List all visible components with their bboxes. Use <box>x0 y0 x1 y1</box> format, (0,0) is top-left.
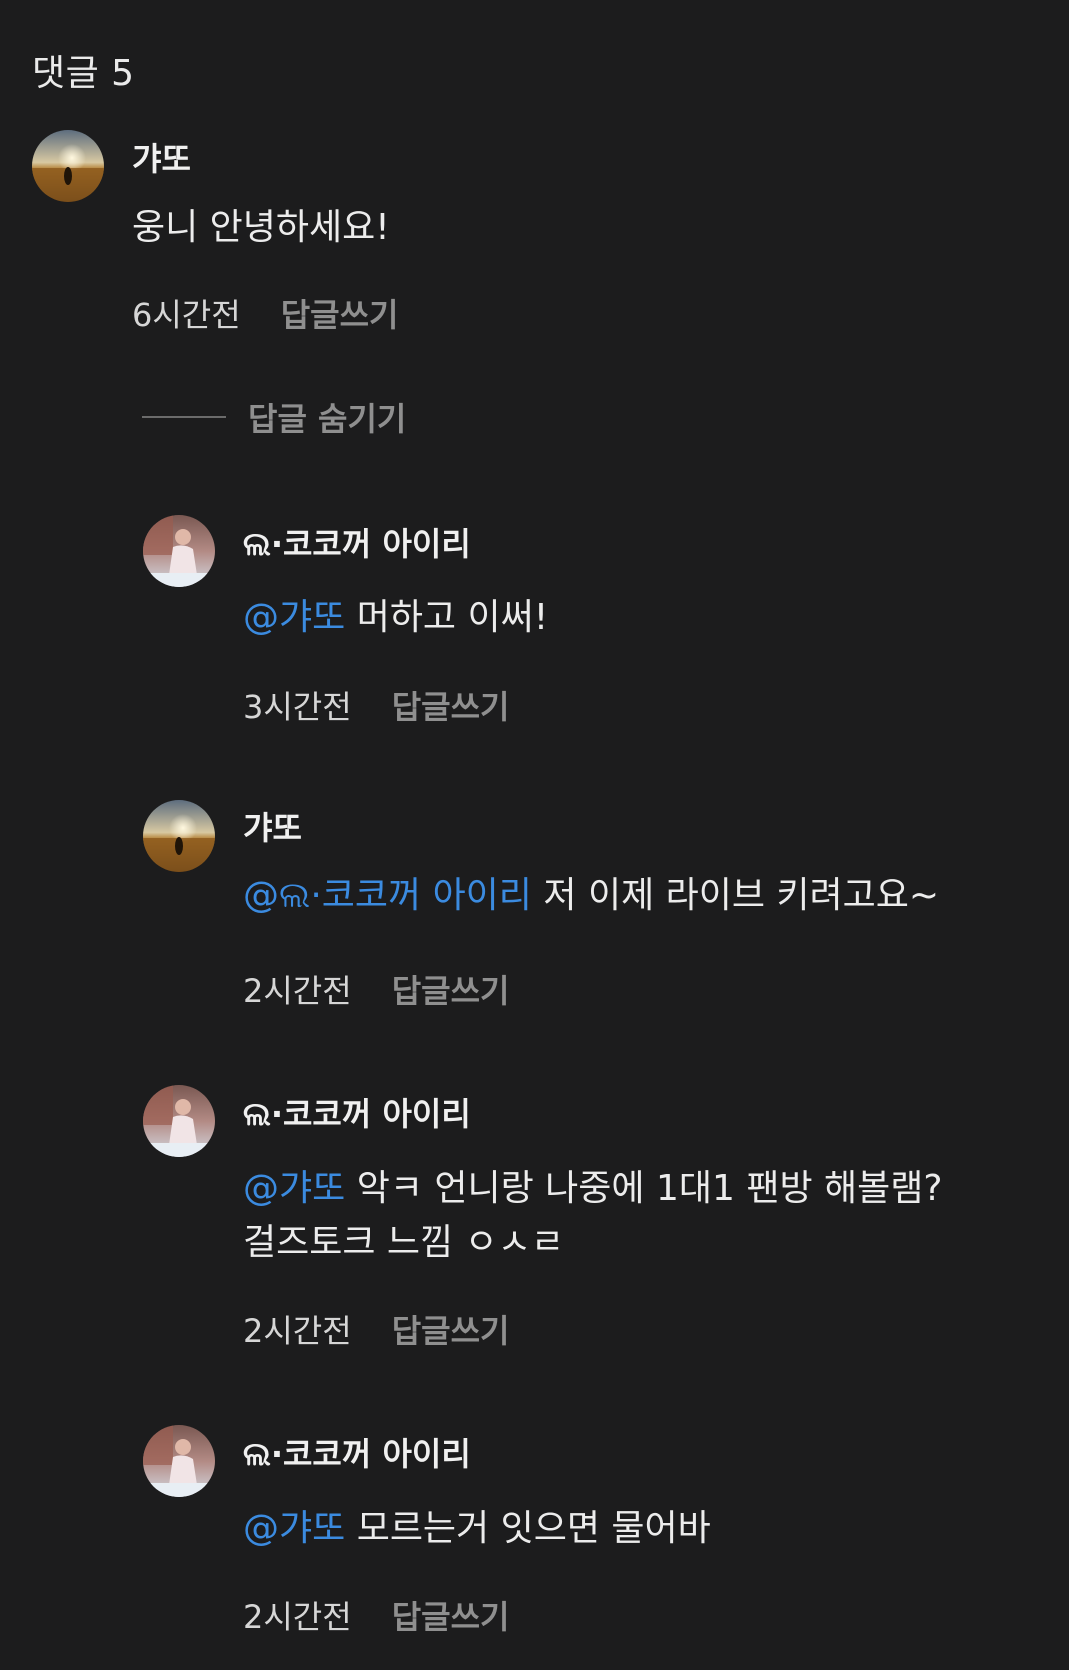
comment-time: 6시간전 <box>132 296 241 334</box>
hide-replies-label: 답글 숨기기 <box>248 400 407 438</box>
reply-button[interactable]: 답글쓰기 <box>392 1312 510 1350</box>
comment-text: @갸또 악ㅋ 언니랑 나중에 1대1 팬방 해볼램? <box>243 1162 943 1216</box>
avatar[interactable] <box>143 1085 215 1157</box>
comment-meta: 2시간전 답글쓰기 <box>243 966 509 1012</box>
comment-body: 모르는거 잇으면 물어바 <box>345 1508 711 1549</box>
comments-count-title: 댓글 5 <box>32 53 135 94</box>
comment-author[interactable]: ଲ·코코꺼 아이리 <box>243 1089 471 1135</box>
hide-replies-toggle[interactable]: 답글 숨기기 <box>142 394 406 440</box>
divider-line <box>142 416 226 418</box>
field-sunset-avatar-image <box>143 800 215 872</box>
comment-author[interactable]: 갸또 <box>243 803 302 849</box>
reply-button[interactable]: 답글쓰기 <box>392 1598 510 1636</box>
comment-time: 2시간전 <box>243 1312 352 1350</box>
reply-button[interactable]: 답글쓰기 <box>392 972 510 1010</box>
avatar[interactable] <box>143 800 215 872</box>
comment-text: @ଲ·코코꺼 아이리 저 이제 라이브 키려고요~ <box>243 869 939 923</box>
comment-meta: 6시간전 답글쓰기 <box>132 290 398 336</box>
woman-avatar-image <box>143 515 215 587</box>
comment-body: 저 이제 라이브 키려고요~ <box>531 875 940 916</box>
comment-author[interactable]: ଲ·코코꺼 아이리 <box>243 1429 471 1475</box>
comment-meta: 2시간전 답글쓰기 <box>243 1592 509 1638</box>
reply-button[interactable]: 답글쓰기 <box>392 688 510 726</box>
comment-time: 2시간전 <box>243 1598 352 1636</box>
comment-text-line2: 걸즈토크 느낌 ㅇㅅㄹ <box>243 1222 564 1263</box>
mention-link[interactable]: @갸또 <box>243 597 345 638</box>
mention-link[interactable]: @갸또 <box>243 1168 345 1209</box>
field-sunset-avatar-image <box>32 130 104 202</box>
comment-text: @갸또 모르는거 잇으면 물어바 <box>243 1502 711 1556</box>
avatar[interactable] <box>143 515 215 587</box>
comment-text: 웅니 안녕하세요! <box>132 207 390 248</box>
mention-link[interactable]: @갸또 <box>243 1508 345 1549</box>
comment-author[interactable]: ଲ·코코꺼 아이리 <box>243 519 471 565</box>
comment-meta: 2시간전 답글쓰기 <box>243 1306 509 1352</box>
comment-body: 머하고 이써! <box>345 597 549 638</box>
woman-avatar-image <box>143 1085 215 1157</box>
reply-button[interactable]: 답글쓰기 <box>281 296 399 334</box>
avatar[interactable] <box>32 130 104 202</box>
comment-author[interactable]: 갸또 <box>132 134 191 180</box>
comment-time: 3시간전 <box>243 688 352 726</box>
comment-meta: 3시간전 답글쓰기 <box>243 682 509 728</box>
woman-avatar-image <box>143 1425 215 1497</box>
comment-time: 2시간전 <box>243 972 352 1010</box>
comment-text: @갸또 머하고 이써! <box>243 591 548 645</box>
mention-link[interactable]: @ଲ·코코꺼 아이리 <box>243 875 532 916</box>
avatar[interactable] <box>143 1425 215 1497</box>
comment-body: 악ㅋ 언니랑 나중에 1대1 팬방 해볼램? <box>345 1168 943 1209</box>
